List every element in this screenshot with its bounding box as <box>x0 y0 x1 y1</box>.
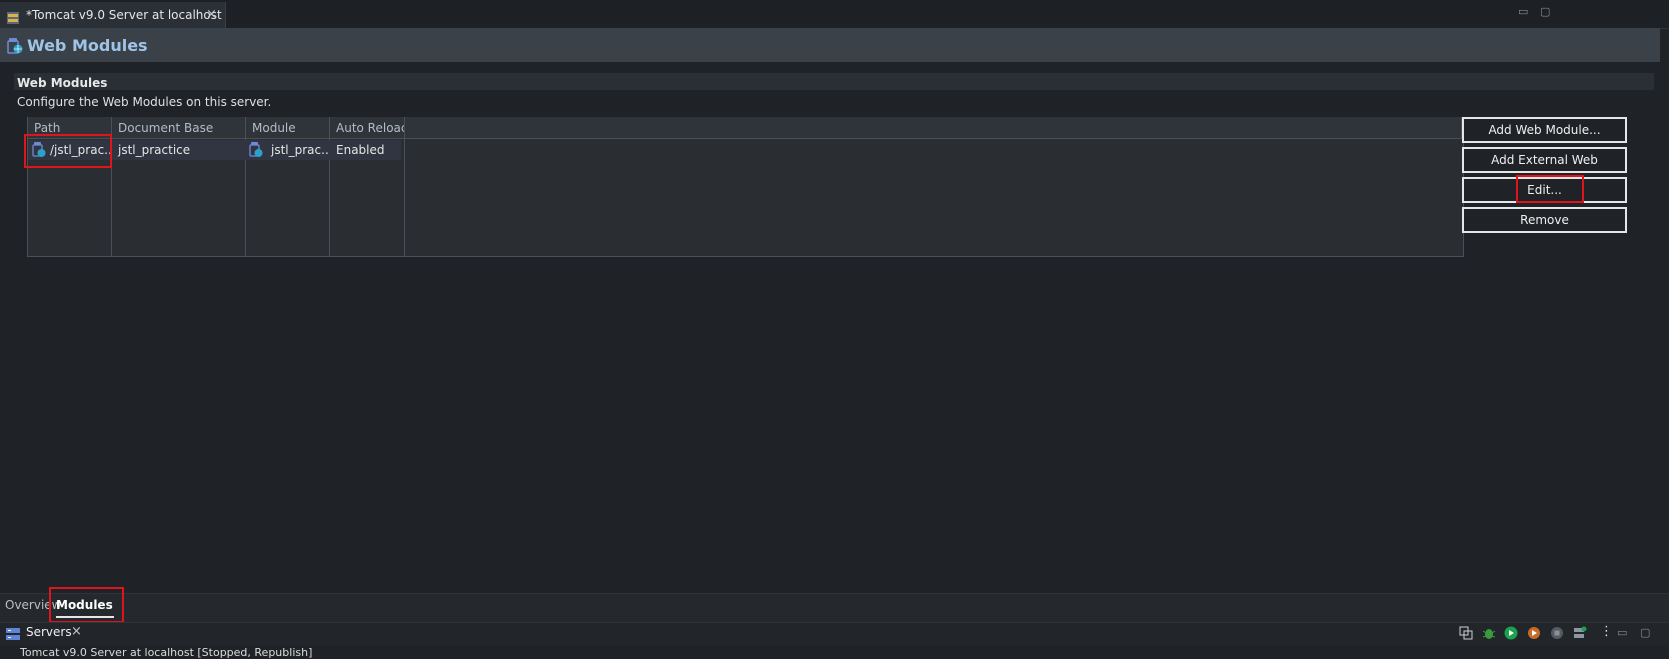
cell-document-base[interactable]: jstl_practice <box>112 140 246 160</box>
page-header <box>0 28 1660 62</box>
close-icon[interactable]: × <box>71 624 82 639</box>
column-header-auto-reload[interactable]: Auto Reloac <box>330 117 405 139</box>
start-server-icon[interactable] <box>1504 626 1518 640</box>
debug-icon[interactable] <box>1482 626 1496 640</box>
view-menu-icon[interactable]: ⋮ <box>1600 624 1613 639</box>
editor-page-tabs <box>0 593 1669 622</box>
editor-tab-bar <box>0 0 1669 29</box>
profile-icon[interactable] <box>1527 626 1541 640</box>
highlight-box <box>24 134 112 168</box>
editor-tab-tomcat[interactable]: *Tomcat v9.0 Server at localhost × <box>0 2 226 28</box>
web-module-icon <box>249 142 263 157</box>
cell-module[interactable]: jstl_prac... <box>265 140 330 160</box>
remove-button[interactable]: Remove <box>1462 207 1627 233</box>
add-external-web-module-button[interactable]: Add External Web Module... <box>1462 147 1627 189</box>
close-icon[interactable]: × <box>206 7 217 22</box>
servers-icon <box>6 628 20 640</box>
server-icon <box>7 12 19 24</box>
minimize-icon[interactable]: ▭ <box>1518 5 1528 18</box>
editor-tab-title: *Tomcat v9.0 Server at localhost <box>26 8 222 22</box>
column-header-document-base[interactable]: Document Base <box>112 117 246 139</box>
servers-view-title[interactable]: Servers <box>26 625 72 639</box>
stop-server-icon[interactable] <box>1550 626 1564 640</box>
section-title: Web Modules <box>17 76 108 90</box>
highlight-box <box>1516 175 1584 203</box>
collapse-all-icon[interactable] <box>1459 626 1473 640</box>
column-header-empty <box>405 117 1462 139</box>
publish-icon[interactable] <box>1573 626 1587 640</box>
add-web-module-button[interactable]: Add Web Module... <box>1462 117 1627 143</box>
highlight-box <box>49 587 124 623</box>
web-module-icon <box>7 38 23 54</box>
maximize-icon[interactable]: ▢ <box>1540 5 1550 18</box>
servers-view-tab-bar <box>0 622 1669 645</box>
maximize-icon[interactable]: ▢ <box>1640 626 1650 639</box>
column-header-module[interactable]: Module <box>246 117 330 139</box>
section-header-bar <box>14 73 1654 90</box>
minimize-icon[interactable]: ▭ <box>1617 626 1627 639</box>
cell-auto-reload[interactable]: Enabled <box>330 140 405 160</box>
server-list-item[interactable]: Tomcat v9.0 Server at localhost [Stopped… <box>20 646 312 659</box>
section-description: Configure the Web Modules on this server… <box>17 95 272 109</box>
page-title: Web Modules <box>27 36 148 55</box>
